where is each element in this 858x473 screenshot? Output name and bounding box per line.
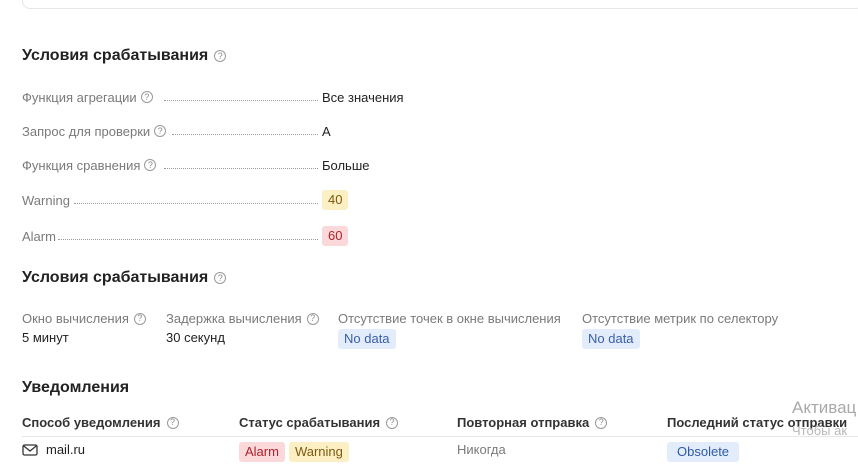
aggregation-function-value: Все значения [322,89,404,105]
notification-last-status-cell: Obsolete [667,442,740,462]
dotted-leader [164,100,318,101]
dotted-leader [164,168,318,169]
previous-card [22,0,858,9]
comparison-function-value: Больше [322,157,370,173]
warning-threshold-value: 40 [322,190,349,210]
alarm-badge: 60 [322,226,349,246]
column-header-status-text: Статус срабатывания [239,415,381,430]
notification-repeat-cell: Никогда [457,442,506,457]
evaluation-window: Окно вычисления ? 5 минут [22,311,146,345]
no-metrics-by-selector-value: No data [582,329,778,349]
column-header-method-text: Способ уведомления [22,415,161,430]
no-data-badge: No data [582,329,640,349]
activation-watermark-subtext: Чтобы ак [792,423,848,438]
check-query-row: Запрос для проверки ? A [22,121,442,141]
notifications-title: Уведомления [22,379,129,397]
check-query-value: A [322,123,331,139]
notification-status-cell: Alarm Warning [239,442,349,462]
help-icon[interactable]: ? [154,125,167,137]
aggregation-function-label-text: Функция агрегации [22,89,137,105]
help-icon[interactable]: ? [144,159,157,171]
help-icon[interactable]: ? [595,416,608,429]
activation-watermark: Активац [792,398,857,417]
help-icon[interactable]: ? [133,312,146,325]
alarm-threshold-value: 60 [322,226,349,246]
column-header-repeat: Повторная отправка ? [457,415,608,430]
notifications-title-text: Уведомления [22,379,130,396]
warning-threshold-row: Warning 40 [22,190,442,210]
evaluation-delay: Задержка вычисления ? 30 секунд [166,311,319,345]
no-data-badge: No data [338,329,396,349]
aggregation-function-row: Функция агрегации ? Все значения [22,87,442,107]
mail-icon [22,443,38,456]
column-header-method: Способ уведомления ? [22,415,179,430]
dotted-leader [58,239,318,240]
comparison-function-label-text: Функция сравнения [22,157,141,173]
help-icon[interactable]: ? [166,416,179,429]
evaluation-conditions-title-text: Условия срабатывания [22,269,209,286]
check-query-label: Запрос для проверки ? [22,123,167,139]
warning-badge: 40 [322,190,349,210]
evaluation-window-value: 5 минут [22,330,69,345]
check-query-label-text: Запрос для проверки [22,123,151,139]
no-points-in-window-label: Отсутствие точек в окне вычисления [338,311,561,326]
notification-method-text: mail.ru [46,442,86,457]
alarm-threshold-label: Alarm [22,228,56,244]
alarm-threshold-row: Alarm 60 [22,226,442,246]
evaluation-window-label-text: Окно вычисления [22,311,129,326]
dotted-leader [74,203,318,204]
notification-repeat-text: Никогда [457,442,506,457]
aggregation-function-label: Функция агрегации ? [22,90,153,105]
no-metrics-by-selector: Отсутствие метрик по селектору No data [582,311,778,349]
column-header-repeat-text: Повторная отправка [457,415,590,430]
table-divider [22,436,858,437]
help-icon[interactable]: ? [386,416,399,429]
notification-method-cell[interactable]: mail.ru [22,442,85,457]
comparison-function-row: Функция сравнения ? Больше [22,155,442,175]
no-points-in-window-value: No data [338,329,561,349]
evaluation-delay-label: Задержка вычисления ? [166,311,319,326]
column-header-status: Статус срабатывания ? [239,415,399,430]
no-metrics-by-selector-label: Отсутствие метрик по селектору [582,311,779,326]
trigger-conditions-title: Условия срабатывания ? [22,47,227,65]
trigger-conditions-title-text: Условия срабатывания [22,47,209,64]
evaluation-window-label: Окно вычисления ? [22,311,146,326]
comparison-function-label: Функция сравнения ? [22,157,157,173]
warning-status-badge: Warning [288,442,349,462]
warning-threshold-label: Warning [22,192,70,208]
help-icon[interactable]: ? [140,91,153,103]
help-icon[interactable]: ? [214,272,227,284]
obsolete-badge: Obsolete [667,442,740,462]
help-icon[interactable]: ? [214,50,227,62]
dotted-leader [172,134,318,135]
evaluation-conditions-title: Условия срабатывания ? [22,269,227,287]
evaluation-delay-label-text: Задержка вычисления [166,311,302,326]
evaluation-delay-value: 30 секунд [166,330,225,345]
no-points-in-window: Отсутствие точек в окне вычисления No da… [338,311,561,349]
alarm-status-badge: Alarm [239,442,285,462]
help-icon[interactable]: ? [306,312,319,325]
